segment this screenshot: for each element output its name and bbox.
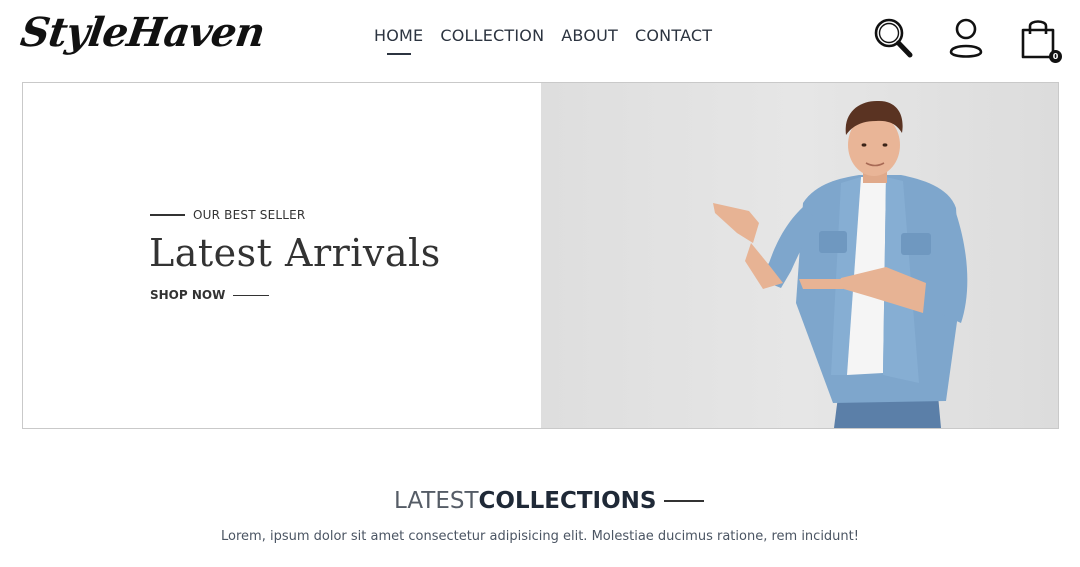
hero-banner: OUR BEST SELLER Latest Arrivals SHOP NOW	[22, 82, 1059, 429]
eyebrow-text: OUR BEST SELLER	[193, 208, 306, 222]
nav-item-about[interactable]: ABOUT	[561, 25, 618, 47]
shop-now-link[interactable]: SHOP NOW	[150, 288, 270, 302]
collections-title-bold: COLLECTIONS	[478, 488, 657, 514]
cart-count-badge: 0	[1049, 50, 1062, 63]
brand-logo[interactable]: StyleHaven	[17, 6, 267, 60]
nav-item-home[interactable]: HOME	[374, 25, 423, 47]
cart-button[interactable]: 0	[1016, 16, 1062, 63]
user-icon	[949, 18, 983, 58]
site-header: StyleHaven HOME COLLECTION ABOUT CONTACT…	[0, 0, 1080, 74]
collections-description: Lorem, ipsum dolor sit amet consectetur …	[221, 529, 859, 544]
search-button[interactable]	[871, 16, 915, 60]
search-icon	[874, 18, 913, 58]
eyebrow-line	[150, 214, 185, 216]
main-nav: HOME COLLECTION ABOUT CONTACT	[374, 25, 712, 47]
collections-title-line	[664, 500, 705, 502]
hero-image	[541, 83, 1058, 428]
collections-heading: LATEST COLLECTIONS	[394, 488, 705, 514]
nav-item-collection[interactable]: COLLECTION	[440, 25, 544, 47]
shop-now-line	[233, 294, 270, 296]
shop-now-label: SHOP NOW	[150, 288, 226, 302]
hero-text-panel: OUR BEST SELLER Latest Arrivals SHOP NOW	[23, 83, 541, 428]
hero-model-illustration	[713, 100, 968, 428]
hero-eyebrow: OUR BEST SELLER	[150, 208, 305, 222]
hero-title: Latest Arrivals	[149, 231, 441, 275]
profile-button[interactable]	[944, 16, 988, 60]
collections-title-light: LATEST	[394, 488, 479, 514]
nav-item-contact[interactable]: CONTACT	[635, 25, 712, 47]
